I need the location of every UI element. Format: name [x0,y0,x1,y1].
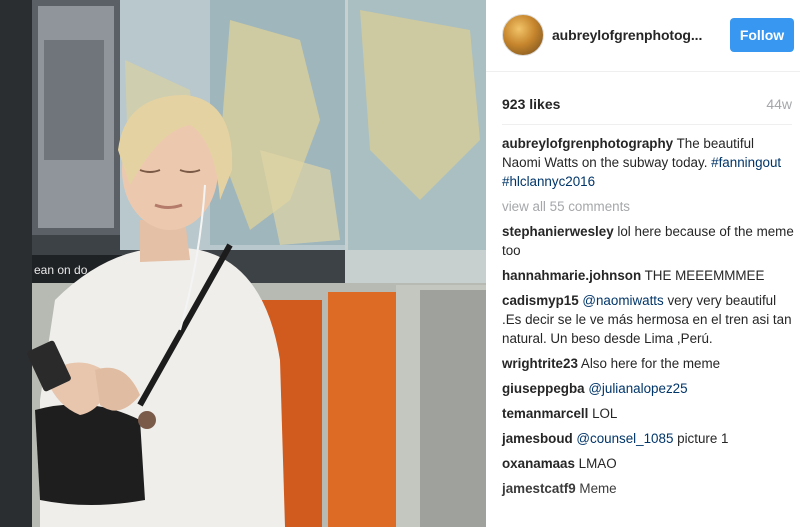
likes-row: 923 likes 44w [502,96,792,116]
avatar[interactable] [502,14,544,56]
comment: hannahmarie.johnson THE MEEEMMMEE [502,266,794,285]
comment-text: LMAO [574,456,617,471]
comment-username[interactable]: temanmarcell [502,406,588,421]
comment: temanmarcell LOL [502,404,794,423]
comment-text: Meme [575,481,617,496]
view-all-comments-link[interactable]: view all 55 comments [502,197,794,216]
comment-text: THE MEEEMMMEE [641,268,765,283]
post-side-panel: aubreylofgrenphotog... Follow 923 likes … [486,0,800,527]
post-age[interactable]: 44w [766,96,792,112]
comment-username[interactable]: cadismyp15 [502,293,579,308]
post-username[interactable]: aubreylofgrenphotog... [552,27,702,43]
post-header: aubreylofgrenphotog... Follow [486,0,800,72]
caption-username[interactable]: aubreylofgrenphotography [502,136,673,151]
comment: jamestcatf9 Meme [502,479,794,498]
subway-photo-illustration: ean on do [0,0,486,527]
comment-mention[interactable]: @julianalopez25 [585,381,687,396]
train-sign-text: ean on do [34,263,88,277]
comment-username[interactable]: jamesboud [502,431,573,446]
comment-username[interactable]: wrightrite23 [502,356,578,371]
hashtag[interactable]: #hlclannyc2016 [502,174,595,189]
comment-text: LOL [588,406,618,421]
hashtag[interactable]: #fanningout [711,155,781,170]
divider [502,124,792,125]
comment-username[interactable]: oxanamaas [502,456,575,471]
comment-username[interactable]: giuseppegba [502,381,585,396]
comment: cadismyp15 @naomiwatts very very beautif… [502,291,794,348]
comment-mention[interactable]: @naomiwatts [579,293,663,308]
comment-username[interactable]: jamestcatf9 [502,481,576,496]
comment: wrightrite23 Also here for the meme [502,354,794,373]
comment-username[interactable]: stephanierwesley [502,224,614,239]
comment: stephanierwesley lol here because of the… [502,222,794,260]
follow-button[interactable]: Follow [730,18,794,52]
likes-count[interactable]: 923 likes [502,96,560,112]
post-photo[interactable]: ean on do [0,0,486,527]
comment-text: picture 1 [673,431,729,446]
comment-mention[interactable]: @counsel_1085 [573,431,673,446]
comment-text: Also here for the meme [577,356,721,371]
comments-section: aubreylofgrenphotography The beautiful N… [502,134,794,504]
comment: giuseppegba @julianalopez25 [502,379,794,398]
comment-username[interactable]: hannahmarie.johnson [502,268,641,283]
comment: oxanamaas LMAO [502,454,794,473]
caption: aubreylofgrenphotography The beautiful N… [502,134,794,191]
comment: jamesboud @counsel_1085 picture 1 [502,429,794,448]
